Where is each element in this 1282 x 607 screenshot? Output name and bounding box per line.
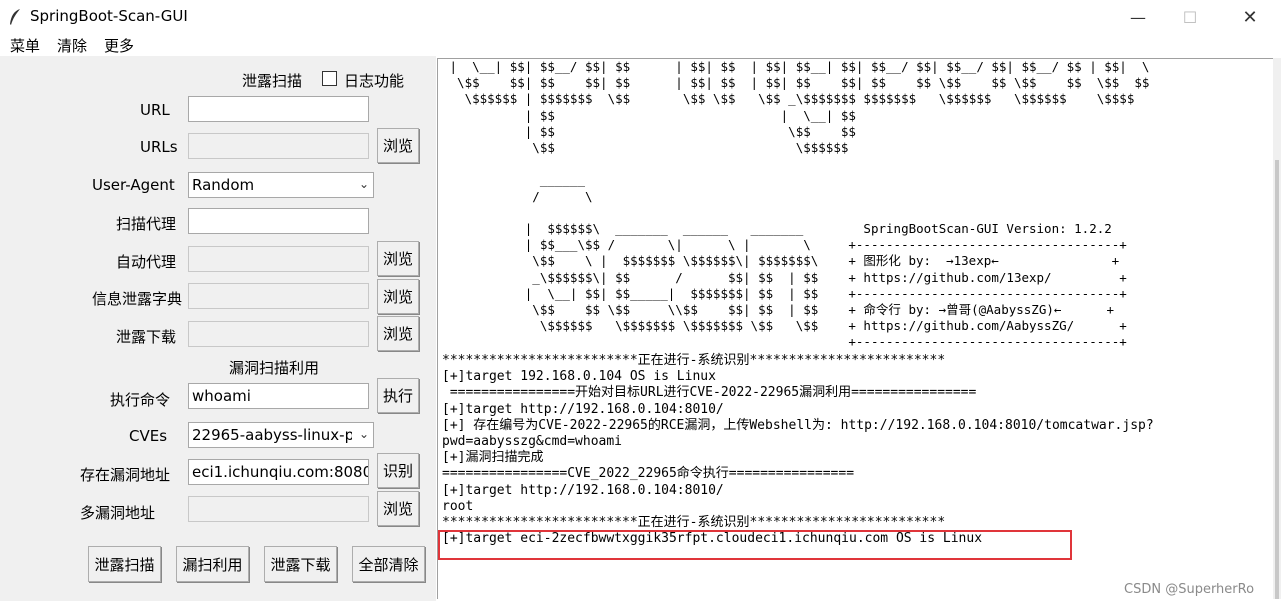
cves-select[interactable]: 22965-aabyss-linux-pe ⌄ bbox=[188, 422, 374, 448]
window-title: SpringBoot-Scan-GUI bbox=[30, 7, 188, 25]
scan-proxy-label: 扫描代理 bbox=[116, 215, 177, 233]
maximize-icon[interactable]: ☐ bbox=[1164, 0, 1216, 34]
url-input[interactable] bbox=[188, 96, 369, 122]
user-agent-select[interactable]: Random ⌄ bbox=[188, 172, 374, 198]
ascii-line: | $$ | \__| $$ bbox=[442, 107, 856, 123]
leak-dict-browse-button[interactable]: 浏览 bbox=[377, 279, 419, 314]
log-line: [+]target 192.168.0.104 OS is Linux bbox=[442, 369, 716, 385]
log-line: *************************正在进行-系统识别******… bbox=[442, 515, 946, 531]
output-console[interactable]: | \__| $$| $$__/ $$| $$ | $$| $$ | $$| $… bbox=[437, 58, 1273, 599]
multi-vuln-address-input[interactable] bbox=[188, 496, 369, 522]
scan-proxy-input[interactable] bbox=[188, 208, 369, 234]
ascii-line: / \ bbox=[442, 188, 593, 204]
ascii-line: \$$ $$| $$ $$| $$ | $$| $$ | $$| $$ $$| … bbox=[442, 75, 1150, 91]
ascii-line: \$$ \$$$$$$ bbox=[442, 140, 849, 156]
ascii-line: ______ bbox=[442, 172, 585, 188]
exec-command-label: 执行命令 bbox=[110, 391, 171, 409]
vuln-address-input[interactable]: eci1.ichunqiu.com:8080/ bbox=[188, 459, 369, 485]
auto-proxy-input[interactable] bbox=[188, 246, 369, 272]
highlight-box bbox=[438, 530, 1072, 560]
ascii-line: \$$$$$$ \$$$$$$$ \$$$$$$$ \$$ \$$ + http… bbox=[442, 318, 1127, 334]
urls-browse-button[interactable]: 浏览 bbox=[377, 128, 419, 163]
log-line: [+] 存在编号为CVE-2022-22965的RCE漏洞，上传Webshell… bbox=[442, 417, 1154, 433]
leak-scan-button[interactable]: 泄露扫描 bbox=[88, 546, 161, 582]
leak-dict-input[interactable] bbox=[188, 283, 369, 309]
ascii-banner: | \__| $$| $$__/ $$| $$ | $$| $$ | $$| $… bbox=[442, 59, 1150, 351]
cves-label: CVEs bbox=[129, 427, 168, 445]
ascii-line: | $$___\$$ / \| \ | \ +-----------------… bbox=[442, 237, 1127, 253]
menu-item-clear[interactable]: 清除 bbox=[57, 35, 87, 56]
minimize-icon[interactable]: — bbox=[1112, 0, 1164, 34]
console-scroll-thumb[interactable] bbox=[1275, 160, 1279, 599]
title-bar: SpringBoot-Scan-GUI — ☐ ✕ bbox=[0, 0, 1282, 34]
multi-vuln-browse-button[interactable]: 浏览 bbox=[377, 491, 419, 526]
exec-button[interactable]: 执行 bbox=[377, 378, 419, 413]
urls-label: URLs bbox=[140, 138, 178, 156]
log-line: *************************正在进行-系统识别******… bbox=[442, 353, 946, 368]
vuln-exploit-button[interactable]: 漏扫利用 bbox=[176, 546, 249, 582]
leak-dict-label: 信息泄露字典 bbox=[92, 290, 183, 308]
log-line: root bbox=[442, 498, 474, 514]
log-toggle-checkbox[interactable] bbox=[322, 71, 337, 86]
cves-value: 22965-aabyss-linux-pe bbox=[192, 426, 352, 444]
ascii-line: \$$$$$$ | $$$$$$$ \$$ \$$ \$$ \$$ _\$$$$… bbox=[442, 91, 1135, 107]
log-line: [+]漏洞扫描完成 bbox=[442, 450, 544, 466]
log-output: *************************正在进行-系统识别******… bbox=[442, 353, 1154, 547]
auto-proxy-browse-button[interactable]: 浏览 bbox=[377, 241, 419, 276]
urls-input[interactable] bbox=[188, 133, 369, 159]
log-line: [+]target http://192.168.0.104:8010/ bbox=[442, 401, 724, 417]
ascii-line: \$$ $$ \$$ \\$$ $$| $$ | $$ + 命令行 by: →曾… bbox=[442, 302, 1115, 318]
ascii-line: +-----------------------------------+ bbox=[442, 334, 1127, 350]
log-toggle-label: 日志功能 bbox=[344, 72, 405, 90]
log-line: pwd=aabysszg&cmd=whoami bbox=[442, 434, 623, 450]
menu-item-more[interactable]: 更多 bbox=[104, 35, 134, 56]
menu-bar: 菜单 清除 更多 bbox=[0, 34, 1282, 56]
leak-download-button[interactable]: 泄露下载 bbox=[264, 546, 337, 582]
chevron-down-icon: ⌄ bbox=[358, 177, 369, 191]
leak-download-label: 泄露下载 bbox=[116, 328, 177, 346]
vuln-address-label: 存在漏洞地址 bbox=[80, 466, 171, 484]
log-line: ================CVE_2022_22965命令执行======… bbox=[442, 466, 855, 482]
watermark: CSDN @SuperherRo bbox=[1124, 582, 1255, 597]
leak-download-browse-button[interactable]: 浏览 bbox=[377, 316, 419, 351]
user-agent-label: User-Agent bbox=[92, 176, 175, 194]
ascii-line bbox=[442, 156, 1149, 172]
vuln-scan-section-title: 漏洞扫描利用 bbox=[229, 359, 320, 377]
close-icon[interactable]: ✕ bbox=[1224, 0, 1276, 34]
ascii-line: \$$ \ | $$$$$$$ \$$$$$$\| $$$$$$$\ + 图形化… bbox=[442, 253, 1120, 269]
ascii-line: | $$ \$$ $$ bbox=[442, 123, 856, 139]
ascii-line: _\$$$$$$\| $$ / $$| $$ | $$ + https://gi… bbox=[442, 269, 1127, 285]
chevron-down-icon: ⌄ bbox=[358, 427, 369, 441]
feather-icon bbox=[10, 9, 20, 25]
log-line: ================开始对目标URL进行CVE-2022-22965… bbox=[442, 385, 977, 401]
log-line: [+]target http://192.168.0.104:8010/ bbox=[442, 482, 724, 498]
url-label: URL bbox=[140, 101, 170, 119]
leak-download-input[interactable] bbox=[188, 321, 369, 347]
ascii-line: | \__| $$| $$_____| $$$$$$$| $$ | $$ +--… bbox=[442, 285, 1127, 301]
clear-all-button[interactable]: 全部清除 bbox=[352, 546, 425, 582]
exec-command-input[interactable]: whoami bbox=[188, 383, 369, 409]
identify-button[interactable]: 识别 bbox=[377, 453, 419, 488]
ascii-line: | \__| $$| $$__/ $$| $$ | $$| $$ | $$| $… bbox=[442, 59, 1150, 74]
user-agent-value: Random bbox=[192, 176, 255, 194]
ascii-line: | $$$$$$\ _______ ______ _______ SpringB… bbox=[442, 221, 1112, 237]
ascii-line bbox=[442, 205, 1149, 221]
menu-item-menu[interactable]: 菜单 bbox=[10, 35, 40, 56]
multi-vuln-address-label: 多漏洞地址 bbox=[80, 504, 156, 522]
auto-proxy-label: 自动代理 bbox=[116, 253, 177, 271]
leak-scan-section-title: 泄露扫描 bbox=[242, 72, 303, 90]
